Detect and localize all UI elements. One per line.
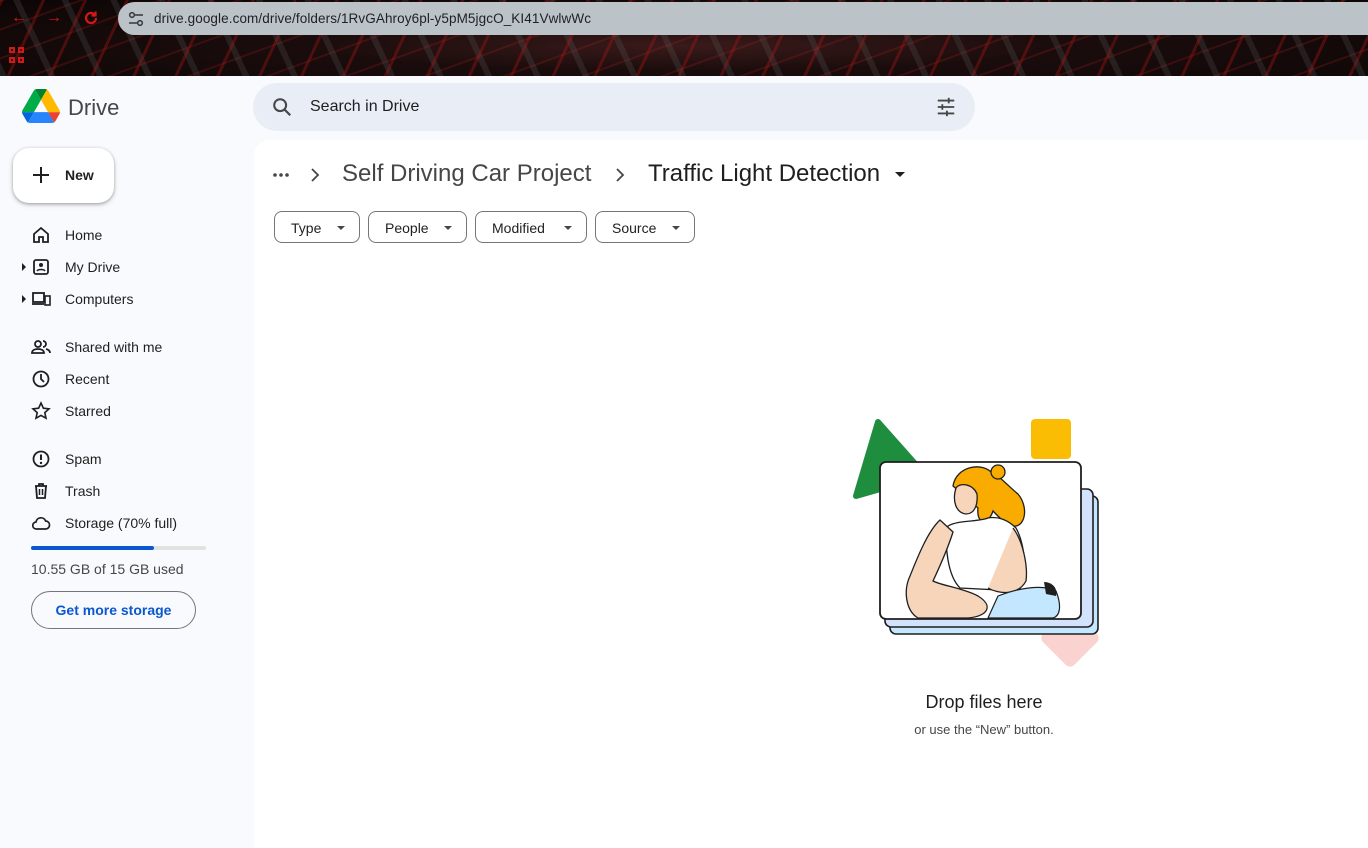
empty-state-title: Drop files here (925, 692, 1043, 712)
browser-toolbar: ← → drive.google.com/drive/folders/1RvGA… (0, 0, 1368, 76)
sidebar-item-label: Computers (65, 291, 134, 307)
sidebar-item-trash[interactable]: Trash (0, 475, 240, 507)
app-name[interactable]: Drive (68, 95, 119, 121)
search-icon[interactable] (271, 96, 293, 118)
expand-caret-icon[interactable] (22, 263, 26, 271)
new-button[interactable]: New (13, 148, 114, 203)
breadcrumb-parent[interactable]: Self Driving Car Project (342, 160, 591, 188)
sidebar-item-my-drive[interactable]: My Drive (0, 251, 240, 283)
filter-label: Source (612, 220, 657, 236)
storage-usage-bar (31, 546, 206, 550)
plus-icon (33, 167, 49, 183)
sidebar-item-storage[interactable]: Storage (70% full) (0, 507, 240, 539)
drive-logo-icon[interactable] (22, 89, 60, 123)
caret-down-icon (672, 226, 680, 230)
caret-down-icon (564, 226, 572, 230)
chevron-right-icon (311, 168, 320, 182)
reload-icon[interactable] (82, 9, 100, 27)
expand-caret-icon[interactable] (22, 295, 26, 303)
search-placeholder: Search in Drive (310, 98, 420, 115)
cloud-icon (31, 516, 51, 530)
new-button-label: New (65, 167, 94, 183)
filter-label: Modified (492, 220, 545, 236)
sidebar-item-shared-with-me[interactable]: Shared with me (0, 331, 240, 363)
sidebar-item-label: My Drive (65, 259, 121, 275)
spam-icon (32, 450, 50, 468)
empty-state-subtitle: or use the “New” button. (914, 722, 1054, 737)
breadcrumb-current[interactable]: Traffic Light Detection (648, 160, 880, 188)
sidebar-item-label: Home (65, 227, 103, 243)
people-icon (31, 340, 51, 354)
more-horizontal-icon[interactable] (271, 163, 291, 187)
sidebar: New Home My Drive Computers Shared with … (0, 140, 254, 848)
sidebar-item-label: Storage (70% full) (65, 515, 178, 531)
get-more-storage-button[interactable]: Get more storage (31, 591, 196, 629)
filter-modified[interactable]: Modified (475, 211, 587, 243)
star-icon (31, 401, 51, 420)
sidebar-item-label: Starred (65, 403, 111, 419)
sidebar-item-label: Trash (65, 483, 101, 499)
sidebar-item-starred[interactable]: Starred (0, 395, 240, 427)
sidebar-item-label: Shared with me (65, 339, 163, 355)
filter-people[interactable]: People (368, 211, 467, 243)
forward-arrow-icon[interactable]: → (45, 9, 63, 27)
search-input[interactable]: Search in Drive (253, 83, 975, 131)
apps-grid-icon[interactable] (9, 47, 25, 63)
storage-usage-text: 10.55 GB of 15 GB used (31, 561, 184, 577)
computers-icon (32, 292, 51, 306)
filter-label: People (385, 220, 429, 236)
sidebar-item-recent[interactable]: Recent (0, 363, 240, 395)
clock-icon (32, 370, 50, 388)
sidebar-item-home[interactable]: Home (0, 219, 240, 251)
search-options-icon[interactable] (935, 96, 957, 118)
empty-folder-illustration (853, 419, 1099, 667)
url-text[interactable]: drive.google.com/drive/folders/1RvGAhroy… (154, 11, 591, 26)
trash-icon (35, 483, 47, 499)
filter-label: Type (291, 220, 322, 236)
home-icon (33, 226, 49, 243)
caret-down-icon[interactable] (895, 172, 905, 177)
sidebar-item-spam[interactable]: Spam (0, 443, 240, 475)
main-content: Self Driving Car Project Traffic Light D… (254, 140, 1368, 848)
sidebar-item-label: Recent (65, 371, 110, 387)
my-drive-icon (33, 259, 49, 275)
site-settings-icon[interactable] (126, 9, 146, 29)
caret-down-icon (337, 226, 345, 230)
back-arrow-icon[interactable]: ← (10, 9, 28, 27)
address-bar[interactable]: drive.google.com/drive/folders/1RvGAhroy… (118, 2, 1368, 35)
filter-type[interactable]: Type (274, 211, 360, 243)
sidebar-item-computers[interactable]: Computers (0, 283, 240, 315)
chevron-right-icon (616, 168, 625, 182)
filter-source[interactable]: Source (595, 211, 695, 243)
sidebar-item-label: Spam (65, 451, 102, 467)
caret-down-icon (444, 226, 452, 230)
app-header: Drive Search in Drive (0, 76, 1368, 140)
